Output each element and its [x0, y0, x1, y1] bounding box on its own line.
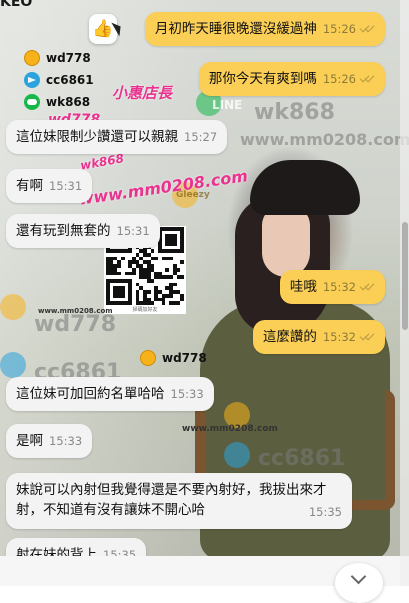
message-bubble-outgoing[interactable]: 這麼讚的 15:32	[252, 320, 385, 354]
watermark-wd-badge: wd778	[140, 350, 207, 366]
message-text: 是啊	[16, 433, 43, 449]
read-check-icon	[360, 75, 375, 83]
message-time: 15:26	[322, 72, 356, 86]
read-check-icon	[360, 25, 375, 33]
qr-module	[132, 271, 136, 276]
photo-face	[262, 205, 310, 277]
qr-module	[150, 249, 155, 253]
qr-module	[165, 267, 170, 272]
qr-finder-pattern	[165, 234, 177, 246]
qr-module	[150, 279, 155, 283]
message-text: 這位妹可加回約名單哈哈	[16, 386, 165, 402]
message-bubble-incoming[interactable]: 有啊 15:31	[6, 169, 93, 203]
message-text: 有啊	[16, 178, 43, 194]
message-bubble-incoming[interactable]: 還有玩到無套的 15:31	[6, 214, 160, 248]
scroll-to-bottom-button[interactable]	[335, 563, 383, 603]
watermark-wk-top: wk868	[254, 100, 335, 125]
thumbs-up-reaction-button[interactable]: 👍	[89, 14, 117, 44]
contact-line: wk868	[24, 94, 90, 110]
qr-module	[154, 256, 158, 261]
qr-module	[169, 256, 173, 261]
message-text: 月初昨天睡很晚還沒緩過神	[154, 21, 317, 37]
watermark-wd-badge-label: wd778	[162, 351, 207, 365]
message-text: 哇哦	[289, 279, 317, 295]
qr-module	[150, 301, 155, 305]
photo-beret	[250, 160, 360, 215]
app-logo: KEO	[0, 0, 33, 10]
gleezy-icon	[140, 350, 156, 366]
qr-site-text: www.mm0208.com	[38, 307, 113, 315]
qr-module	[146, 290, 151, 294]
qr-finder-pattern	[113, 286, 125, 298]
chat-scrollbar-thumb[interactable]	[402, 222, 408, 330]
qr-caption: 掃碼加好友	[104, 306, 186, 314]
qr-module	[176, 301, 181, 305]
watermark-site-top: www.mm0208.com	[240, 130, 409, 149]
qr-module	[169, 293, 173, 298]
message-bubble-incoming[interactable]: 妹說可以內射但我覺得還是不要內射好，我拔出來才射，不知道有沒有讓妹不開心哈 15…	[6, 473, 352, 529]
watermark-wd-left: wd778	[34, 312, 116, 337]
read-check-icon	[360, 283, 375, 291]
contact-line-label: wk868	[46, 95, 91, 109]
message-time: 15:31	[116, 224, 150, 238]
qr-module	[180, 260, 184, 265]
message-time: 15:32	[322, 280, 356, 294]
message-text: 那你今天有爽到嗎	[208, 71, 317, 87]
gleezy-watermark-icon-left	[0, 294, 26, 320]
qr-module	[169, 275, 173, 279]
qr-module	[176, 267, 181, 272]
watermark-site-small: www.mm0208.com	[182, 424, 278, 434]
contact-telegram: cc6861	[24, 72, 94, 88]
telegram-watermark-icon-left	[0, 352, 26, 378]
message-time: 15:33	[49, 434, 83, 448]
read-check-icon	[360, 333, 375, 341]
qr-module	[120, 256, 125, 261]
qr-module	[180, 275, 184, 279]
qr-module	[117, 264, 121, 268]
line-icon	[24, 94, 40, 110]
message-bubble-outgoing[interactable]: 月初昨天睡很晚還沒緩過神 15:26	[144, 12, 385, 46]
contact-telegram-label: cc6861	[46, 73, 94, 87]
line-watermark-text: LINE	[212, 98, 243, 112]
qr-module	[161, 301, 166, 305]
message-bubble-outgoing[interactable]: 哇哦 15:32	[279, 270, 385, 304]
message-bubble-outgoing[interactable]: 那你今天有爽到嗎 15:26	[198, 62, 385, 96]
message-bubble-incoming[interactable]: 是啊 15:33	[6, 424, 93, 458]
telegram-watermark-icon-right	[224, 442, 250, 468]
watermark-shop-name: 小惠店長	[112, 84, 173, 102]
gleezy-icon	[24, 50, 40, 66]
message-text: 這麼讚的	[262, 329, 317, 345]
watermark-cc-right: cc6861	[258, 446, 346, 471]
telegram-icon	[24, 72, 40, 88]
message-time: 15:32	[322, 330, 356, 344]
qr-module	[180, 297, 184, 302]
qr-module	[172, 282, 177, 287]
message-time: 15:26	[322, 22, 356, 36]
message-time: 15:27	[184, 130, 218, 144]
contact-gleezy: wd778	[24, 50, 91, 66]
contact-gleezy-label: wd778	[46, 51, 91, 65]
message-time: 15:31	[49, 179, 83, 193]
message-bubble-incoming[interactable]: 這位妹限制少讚還可以親親 15:27	[6, 120, 228, 154]
message-bubble-incoming[interactable]: 這位妹可加回約名單哈哈 15:33	[6, 377, 214, 411]
message-text: 妹說可以內射但我覺得還是不要內射好，我拔出來才射，不知道有沒有讓妹不開心哈	[16, 482, 327, 518]
message-time: 15:35	[308, 505, 342, 519]
qr-module	[117, 271, 121, 276]
message-text: 這位妹限制少讚還可以親親	[16, 129, 178, 145]
message-time: 15:33	[170, 387, 204, 401]
message-text: 還有玩到無套的	[16, 223, 111, 239]
